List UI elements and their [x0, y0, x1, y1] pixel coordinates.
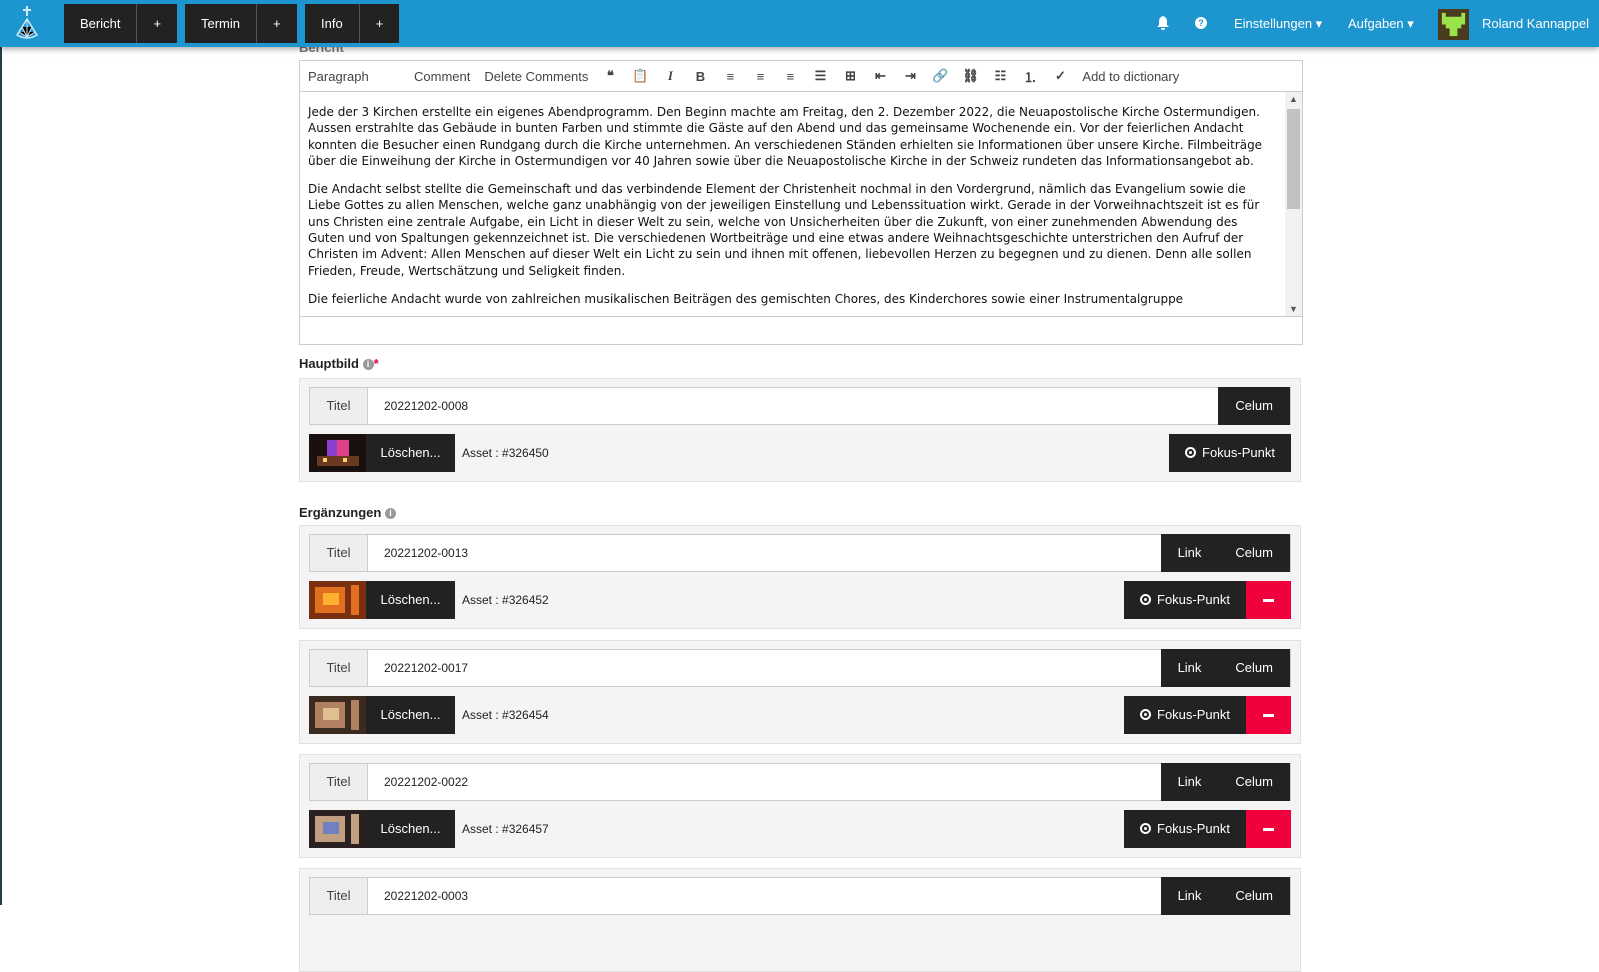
nav-group-info: Info + — [305, 4, 400, 43]
avatar[interactable] — [1438, 9, 1469, 40]
image-thumbnail — [309, 810, 366, 848]
align-right-icon[interactable]: ≡ — [782, 69, 798, 84]
attachment-panel: Titel 20221202-0013 Link Celum Löschen... A… — [299, 525, 1301, 629]
link-button[interactable]: Link — [1160, 649, 1219, 687]
title-input[interactable]: 20221202-0017 — [368, 650, 1161, 686]
remove-button[interactable] — [1246, 581, 1291, 619]
help-icon[interactable]: ? — [1195, 17, 1207, 29]
delete-button[interactable]: Löschen... — [366, 696, 455, 734]
delete-comments-button[interactable]: Delete Comments — [484, 69, 588, 84]
remove-button[interactable] — [1246, 810, 1291, 848]
indent-icon[interactable]: ⇥ — [902, 68, 918, 84]
attachment-panel: Titel 20221202-0017 Link Celum Löschen... A… — [299, 640, 1301, 744]
bell-icon[interactable] — [1157, 16, 1169, 30]
align-left-icon[interactable]: ≡ — [722, 69, 738, 84]
align-center-icon[interactable]: ≡ — [752, 69, 768, 84]
editor-scrollbar[interactable]: ▲ ▼ — [1285, 92, 1302, 316]
link-button[interactable]: Link — [1160, 763, 1219, 801]
nav-group-termin: Termin + — [185, 4, 297, 43]
title-input[interactable]: 20221202-0008 — [368, 388, 1218, 424]
remove-button[interactable] — [1246, 696, 1291, 734]
italic-icon[interactable]: I — [662, 68, 678, 84]
paste-icon[interactable]: 📋 — [632, 68, 648, 84]
title-input[interactable]: 20221202-0022 — [368, 764, 1161, 800]
top-navbar: Bericht + Termin + Info + ? Einstellungen ▾… — [0, 0, 1599, 47]
title-addon: Titel — [310, 650, 368, 686]
title-addon: Titel — [310, 878, 368, 914]
format-select[interactable]: Paragraph — [308, 69, 400, 84]
tasks-menu[interactable]: Aufgaben ▾ — [1348, 0, 1414, 47]
comment-button[interactable]: Comment — [414, 69, 470, 84]
title-addon: Titel — [310, 764, 368, 800]
unlink-icon[interactable]: ⛓ — [962, 68, 979, 84]
info-icon[interactable]: i — [384, 508, 396, 520]
asset-id: Asset : #326457 — [462, 822, 549, 836]
celum-button[interactable]: Celum — [1218, 534, 1290, 572]
paragraph: Die Andacht selbst stellte die Gemeinsch… — [308, 182, 1260, 278]
paragraph: Jede der 3 Kirchen erstellte ein eigenes… — [308, 105, 1263, 168]
image-thumbnail — [309, 581, 366, 619]
ergaenzungen-label: Ergänzungen i — [299, 505, 396, 520]
celum-button[interactable]: Celum — [1218, 877, 1290, 915]
editor-content[interactable]: Jede der 3 Kirchen erstellte ein eigenes… — [300, 92, 1285, 316]
title-addon: Titel — [310, 535, 368, 571]
focus-point-button[interactable]: Fokus-Punkt — [1169, 434, 1291, 472]
focus-point-button[interactable]: Fokus-Punkt — [1124, 810, 1246, 848]
nav-bericht-add[interactable]: + — [137, 4, 177, 43]
asset-id: Asset : #326452 — [462, 593, 549, 607]
church-logo-icon[interactable] — [14, 5, 40, 43]
asset-id: Asset : #326454 — [462, 708, 549, 722]
left-edge — [0, 47, 2, 905]
nav-group-bericht: Bericht + — [64, 4, 178, 43]
target-icon — [1185, 447, 1197, 458]
nav-termin-add[interactable]: + — [257, 4, 297, 43]
nav-info-add[interactable]: + — [360, 4, 400, 43]
celum-button[interactable]: Celum — [1218, 387, 1290, 425]
user-name[interactable]: Roland Kannappel — [1482, 0, 1589, 47]
attachment-panel: Titel 20221202-0022 Link Celum Löschen... A… — [299, 754, 1301, 858]
focus-point-button[interactable]: Fokus-Punkt — [1124, 581, 1246, 619]
title-addon: Titel — [310, 388, 368, 424]
celum-button[interactable]: Celum — [1218, 763, 1290, 801]
bold-icon[interactable]: B — [692, 69, 708, 84]
spellcheck-icon[interactable]: ✓ — [1052, 68, 1068, 84]
asset-id: Asset : #326450 — [462, 446, 549, 460]
target-icon — [1140, 823, 1152, 834]
link-button[interactable]: Link — [1160, 877, 1219, 915]
paragraph: Die feierliche Andacht wurde von zahlrei… — [308, 291, 1184, 306]
celum-button[interactable]: Celum — [1218, 649, 1290, 687]
link-button[interactable]: Link — [1160, 534, 1219, 572]
add-to-dictionary-button[interactable]: Add to dictionary — [1082, 69, 1179, 84]
target-icon — [1140, 709, 1152, 720]
table-icon[interactable]: ⊞ — [842, 68, 858, 84]
focus-point-button[interactable]: Fokus-Punkt — [1124, 696, 1246, 734]
editor-toolbar: Paragraph Comment Delete Comments ❝ 📋 I … — [300, 61, 1302, 92]
outdent-icon[interactable]: ⇤ — [872, 68, 888, 84]
image-thumbnail — [309, 434, 366, 472]
rich-text-editor: Paragraph Comment Delete Comments ❝ 📋 I … — [299, 60, 1303, 345]
align-justify-icon[interactable]: ☰ — [812, 68, 828, 84]
delete-button[interactable]: Löschen... — [366, 581, 455, 619]
image-thumbnail — [309, 696, 366, 734]
hauptbild-label: Hauptbild i * — [299, 356, 379, 371]
settings-menu[interactable]: Einstellungen ▾ — [1234, 0, 1322, 47]
title-input[interactable]: 20221202-0003 — [368, 878, 1161, 914]
attachment-panel: Titel 20221202-0003 Link Celum — [299, 868, 1301, 972]
link-icon[interactable]: 🔗 — [932, 68, 948, 84]
delete-button[interactable]: Löschen... — [366, 810, 455, 848]
nav-info[interactable]: Info — [305, 4, 360, 43]
hauptbild-panel: Titel 20221202-0008 Celum Löschen... Asset… — [299, 378, 1301, 482]
title-input[interactable]: 20221202-0013 — [368, 535, 1161, 571]
target-icon — [1140, 594, 1152, 605]
nav-termin[interactable]: Termin — [185, 4, 258, 43]
delete-button[interactable]: Löschen... — [366, 434, 455, 472]
blockquote-icon[interactable]: ❝ — [602, 68, 618, 84]
nav-bericht[interactable]: Bericht — [64, 4, 138, 43]
bullet-list-icon[interactable]: ☷ — [992, 68, 1008, 84]
numbered-list-icon[interactable]: ⒈ — [1022, 67, 1038, 86]
info-icon[interactable]: i — [362, 359, 374, 371]
editor-statusbar — [300, 316, 1302, 344]
